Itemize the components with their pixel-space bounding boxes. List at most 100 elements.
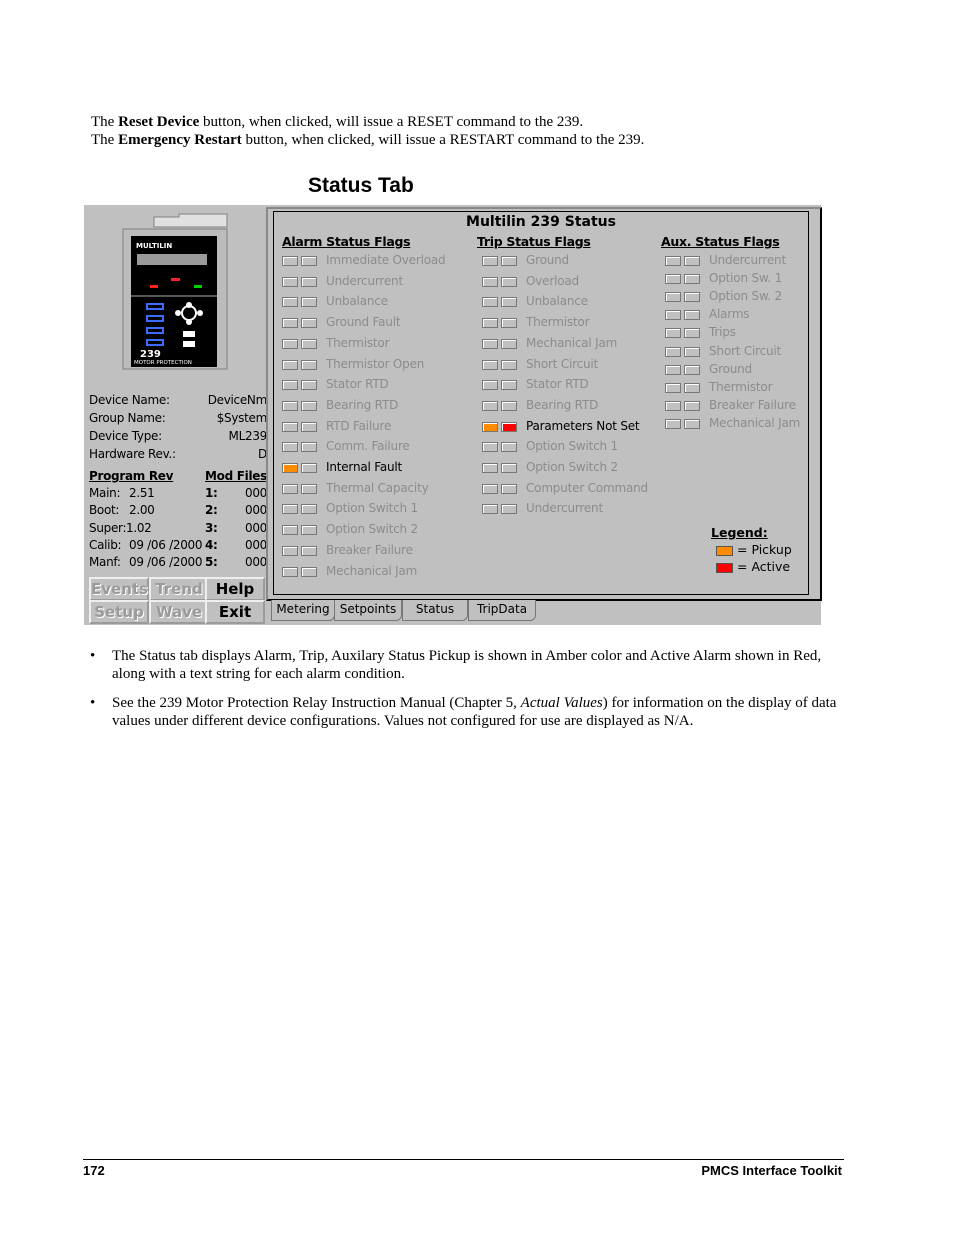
active-indicator (684, 310, 700, 321)
device-model-label: 239 (140, 349, 161, 360)
legend-pickup: = Pickup (716, 542, 792, 557)
wave-button[interactable]: Wave (149, 600, 209, 624)
status-window: MULTILIN 239 MOTOR PROTECTION Device Nam… (84, 205, 822, 625)
pickup-indicator (282, 463, 298, 473)
active-indicator (684, 274, 700, 285)
flag-label: Stator RTD (326, 377, 389, 392)
panel-title: Multilin 239 Status (466, 214, 616, 230)
pickup-indicator (282, 483, 298, 494)
flag-label: Alarms (709, 307, 750, 322)
active-indicator (301, 318, 317, 329)
emergency-restart-description: The Emergency Restart button, when click… (91, 132, 645, 148)
exit-button[interactable]: Exit (205, 600, 265, 624)
flag-label: Stator RTD (526, 377, 589, 392)
active-indicator (301, 525, 317, 536)
active-indicator (301, 256, 317, 266)
flag-label: Unbalance (526, 294, 588, 309)
help-button[interactable]: Help (205, 577, 265, 601)
footer-title: PMCS Interface Toolkit (701, 1163, 842, 1178)
flag-label: Mechanical Jam (526, 335, 618, 350)
active-indicator (684, 328, 700, 339)
device-type-row: Device Type: ML239 (89, 429, 267, 443)
tab-status[interactable]: Status (402, 600, 468, 621)
active-indicator (501, 256, 517, 266)
active-indicator (501, 421, 517, 432)
pickup-indicator (282, 566, 298, 577)
flag-label: RTD Failure (326, 418, 392, 433)
tab-setpoints[interactable]: Setpoints (334, 600, 402, 621)
flag-label: Thermistor (709, 379, 773, 394)
pickup-indicator (282, 421, 298, 432)
pickup-swatch (716, 545, 733, 556)
active-indicator (501, 463, 517, 473)
active-indicator (501, 380, 517, 391)
flag-label: Bearing RTD (326, 397, 399, 412)
trip-status-header: Trip Status Flags (477, 234, 591, 249)
tab-metering[interactable]: Metering (271, 600, 335, 621)
active-indicator (301, 566, 317, 577)
pickup-indicator (482, 318, 498, 329)
events-button[interactable]: Events (89, 577, 149, 601)
flag-label: Short Circuit (526, 356, 599, 371)
flag-label: Parameters Not Set (526, 418, 640, 433)
device-brand-label: MULTILIN (136, 242, 172, 250)
flag-label: Option Switch 2 (326, 522, 418, 537)
pickup-indicator (482, 256, 498, 266)
active-indicator (301, 421, 317, 432)
pickup-indicator (665, 328, 681, 339)
pickup-indicator (282, 276, 298, 287)
trend-button[interactable]: Trend (149, 577, 209, 601)
flag-label: Thermal Capacity (326, 480, 429, 495)
legend: Legend: = Pickup = Active (711, 525, 792, 574)
program-rev-row: Calib: 09 /06 /2000 4: 000 (89, 538, 267, 552)
pickup-indicator (482, 338, 498, 349)
flag-label: Mechanical Jam (326, 563, 418, 578)
flag-label: Thermistor Open (326, 356, 425, 371)
flag-label: Thermistor (326, 335, 390, 350)
active-indicator (301, 359, 317, 370)
pickup-indicator (665, 418, 681, 429)
active-indicator (684, 400, 700, 411)
active-indicator (301, 338, 317, 349)
footer-rule (83, 1159, 844, 1160)
note-manual-reference: • See the 239 Motor Protection Relay Inst… (90, 695, 837, 729)
pickup-indicator (665, 346, 681, 357)
pickup-indicator (282, 380, 298, 391)
active-indicator (684, 418, 700, 429)
flag-label: Breaker Failure (709, 397, 796, 412)
pickup-indicator (665, 382, 681, 393)
flag-label: Option Switch 1 (526, 439, 618, 454)
pickup-indicator (282, 318, 298, 329)
flag-label: Ground (526, 253, 569, 267)
legend-title: Legend: (711, 525, 768, 540)
pickup-indicator (482, 442, 498, 453)
pickup-indicator (665, 310, 681, 321)
flag-label: Mechanical Jam (709, 415, 801, 430)
active-indicator (501, 297, 517, 308)
flag-label: Breaker Failure (326, 542, 413, 557)
active-indicator (501, 504, 517, 515)
program-rev-header: Program Rev Mod Files (89, 469, 267, 483)
active-indicator (301, 276, 317, 287)
program-rev-row: Manf: 09 /06 /2000 5: 000 (89, 555, 267, 569)
active-indicator (301, 545, 317, 556)
pickup-indicator (665, 364, 681, 375)
pickup-indicator (482, 504, 498, 515)
group-name-row: Group Name: $System (89, 411, 267, 425)
active-indicator (501, 359, 517, 370)
setup-button[interactable]: Setup (89, 600, 149, 624)
active-indicator (501, 400, 517, 411)
flag-label: Option Sw. 1 (709, 271, 783, 286)
flag-label: Overload (526, 273, 579, 288)
alarm-status-header: Alarm Status Flags (282, 234, 411, 249)
active-indicator (684, 382, 700, 393)
pickup-indicator (282, 525, 298, 536)
note-status-tab: • The Status tab displays Alarm, Trip, Au… (90, 648, 822, 682)
pickup-indicator (665, 292, 681, 303)
active-indicator (301, 504, 317, 515)
pickup-indicator (282, 256, 298, 266)
pickup-indicator (282, 442, 298, 453)
notes-list: • The Status tab displays Alarm, Trip, Au… (90, 647, 845, 741)
tab-tripdata[interactable]: TripData (468, 600, 536, 621)
pickup-indicator (665, 274, 681, 285)
